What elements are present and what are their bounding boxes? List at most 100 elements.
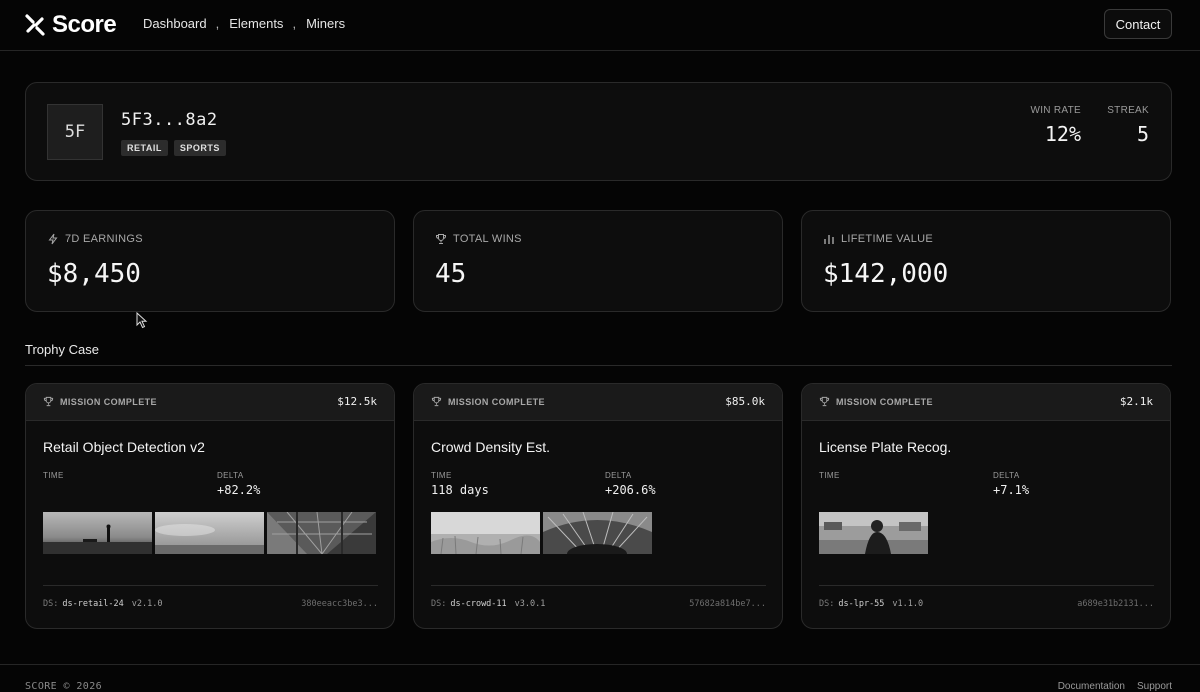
metric-card-total-wins: TOTAL WINS 45 [413, 210, 783, 312]
dataset-footer: DS: ds-lpr-55 v1.1.0 a689e31b2131... [819, 599, 1154, 609]
metric-value: $8,450 [47, 259, 141, 289]
mission-status-label: MISSION COMPLETE [60, 396, 157, 407]
miner-profile-card: 5F 5F3...8a2 RETAIL SPORTS WIN RATE 12% … [25, 82, 1172, 181]
tag-sports: SPORTS [173, 140, 226, 156]
reward-amount: $2.1k [1119, 395, 1153, 408]
mission-title: Retail Object Detection v2 [43, 439, 205, 455]
metric-value: $142,000 [823, 259, 949, 289]
dataset-name[interactable]: ds-lpr-55 [838, 599, 884, 609]
nav-elements[interactable]: Elements [229, 16, 283, 31]
main-nav: Dashboard , Elements , Miners [143, 16, 345, 31]
nav-miners[interactable]: Miners [306, 16, 345, 31]
trophy-card[interactable]: MISSION COMPLETE $12.5k Retail Object De… [25, 383, 395, 629]
streak-stat: STREAK 5 [1107, 105, 1149, 146]
mission-title: Crowd Density Est. [431, 439, 551, 455]
tag-retail: RETAIL [121, 140, 168, 156]
trophy-icon [431, 396, 442, 407]
delta-label: DELTA [605, 471, 632, 480]
contact-button[interactable]: Contact [1104, 9, 1172, 39]
dataset-prefix: DS: [431, 599, 447, 609]
time-value: 118 days [431, 483, 489, 497]
time-label: TIME [43, 471, 64, 480]
dataset-name[interactable]: ds-retail-24 [62, 599, 123, 609]
delta-value: +82.2% [217, 483, 261, 497]
dataset-footer: DS: ds-crowd-11 v3.0.1 57682a814be7... [431, 599, 766, 609]
reward-amount: $12.5k [337, 395, 377, 408]
metric-value: 45 [435, 259, 467, 289]
time-label: TIME [819, 471, 840, 480]
sample-image-stadium [543, 512, 652, 554]
avatar: 5F [47, 104, 103, 160]
footer-link-support[interactable]: Support [1137, 681, 1172, 692]
card-divider [43, 585, 378, 586]
sample-image-buildings [267, 512, 376, 554]
dataset-version: v1.1.0 [892, 599, 924, 609]
metric-label: 7D EARNINGS [65, 233, 143, 245]
dataset-version: v2.1.0 [131, 599, 163, 609]
lightning-icon [48, 233, 58, 245]
miner-id: 5F3...8a2 [121, 110, 218, 130]
mission-status-label: MISSION COMPLETE [836, 396, 933, 407]
commit-hash[interactable]: 380eeacc3be3... [301, 599, 378, 609]
mission-status: MISSION COMPLETE [819, 396, 933, 407]
footer-link-documentation[interactable]: Documentation [1058, 681, 1125, 692]
dataset-prefix: DS: [43, 599, 59, 609]
delta-label: DELTA [217, 471, 244, 480]
metric-label: LIFETIME VALUE [841, 233, 934, 245]
trophy-card-header: MISSION COMPLETE $12.5k [26, 384, 394, 421]
metric-card-lifetime-value: LIFETIME VALUE $142,000 [801, 210, 1171, 312]
mission-status-label: MISSION COMPLETE [448, 396, 545, 407]
mouse-cursor-icon [136, 312, 148, 329]
card-divider [431, 585, 766, 586]
trophy-card[interactable]: MISSION COMPLETE $85.0k Crowd Density Es… [413, 383, 783, 629]
dataset-prefix: DS: [819, 599, 835, 609]
win-rate-label: WIN RATE [1030, 105, 1081, 116]
bar-chart-icon [824, 235, 834, 244]
win-rate-stat: WIN RATE 12% [1030, 105, 1081, 146]
sample-image-field [431, 512, 540, 554]
trophy-icon [436, 234, 446, 244]
mission-status: MISSION COMPLETE [431, 396, 545, 407]
score-logo-icon [25, 14, 45, 36]
trophy-card[interactable]: MISSION COMPLETE $2.1k License Plate Rec… [801, 383, 1171, 629]
sample-image-strip [431, 512, 652, 554]
delta-label: DELTA [993, 471, 1020, 480]
time-label: TIME [431, 471, 452, 480]
sample-image-strip [43, 512, 376, 554]
metric-label-row: LIFETIME VALUE [823, 233, 933, 245]
streak-value: 5 [1136, 122, 1149, 146]
mission-status: MISSION COMPLETE [43, 396, 157, 407]
win-rate-value: 12% [1044, 122, 1081, 146]
delta-value: +7.1% [993, 483, 1030, 497]
sample-image-strip [819, 512, 928, 554]
copyright-text: SCORE © 2026 [25, 681, 103, 692]
metric-label: TOTAL WINS [453, 233, 522, 245]
trophy-card-header: MISSION COMPLETE $2.1k [802, 384, 1170, 421]
trophy-card-header: MISSION COMPLETE $85.0k [414, 384, 782, 421]
streak-label: STREAK [1107, 105, 1149, 116]
section-title-trophy-case: Trophy Case [25, 342, 99, 357]
brand-name: Score [52, 11, 117, 38]
metric-label-row: 7D EARNINGS [47, 233, 143, 245]
section-divider [25, 365, 1172, 366]
commit-hash[interactable]: a689e31b2131... [1077, 599, 1154, 609]
nav-dashboard[interactable]: Dashboard [143, 16, 207, 31]
dataset-version: v3.0.1 [514, 599, 546, 609]
metric-label-row: TOTAL WINS [435, 233, 522, 245]
tag-list: RETAIL SPORTS [121, 140, 226, 156]
footer-divider [0, 664, 1200, 665]
delta-value: +206.6% [605, 483, 656, 497]
brand-logo[interactable]: Score [24, 11, 117, 39]
top-navigation-bar: Score Dashboard , Elements , Miners Cont… [0, 0, 1200, 51]
dataset-footer: DS: ds-retail-24 v2.1.0 380eeacc3be3... [43, 599, 378, 609]
dataset-name[interactable]: ds-crowd-11 [450, 599, 506, 609]
trophy-icon [819, 396, 830, 407]
nav-separator: , [215, 16, 220, 31]
commit-hash[interactable]: 57682a814be7... [689, 599, 766, 609]
trophy-icon [43, 396, 54, 407]
metric-card-7d-earnings: 7D EARNINGS $8,450 [25, 210, 395, 312]
sample-image-beach [43, 512, 152, 554]
footer-links: Documentation Support [1058, 681, 1172, 692]
sample-image-sky [155, 512, 264, 554]
mission-title: License Plate Recog. [819, 439, 952, 455]
